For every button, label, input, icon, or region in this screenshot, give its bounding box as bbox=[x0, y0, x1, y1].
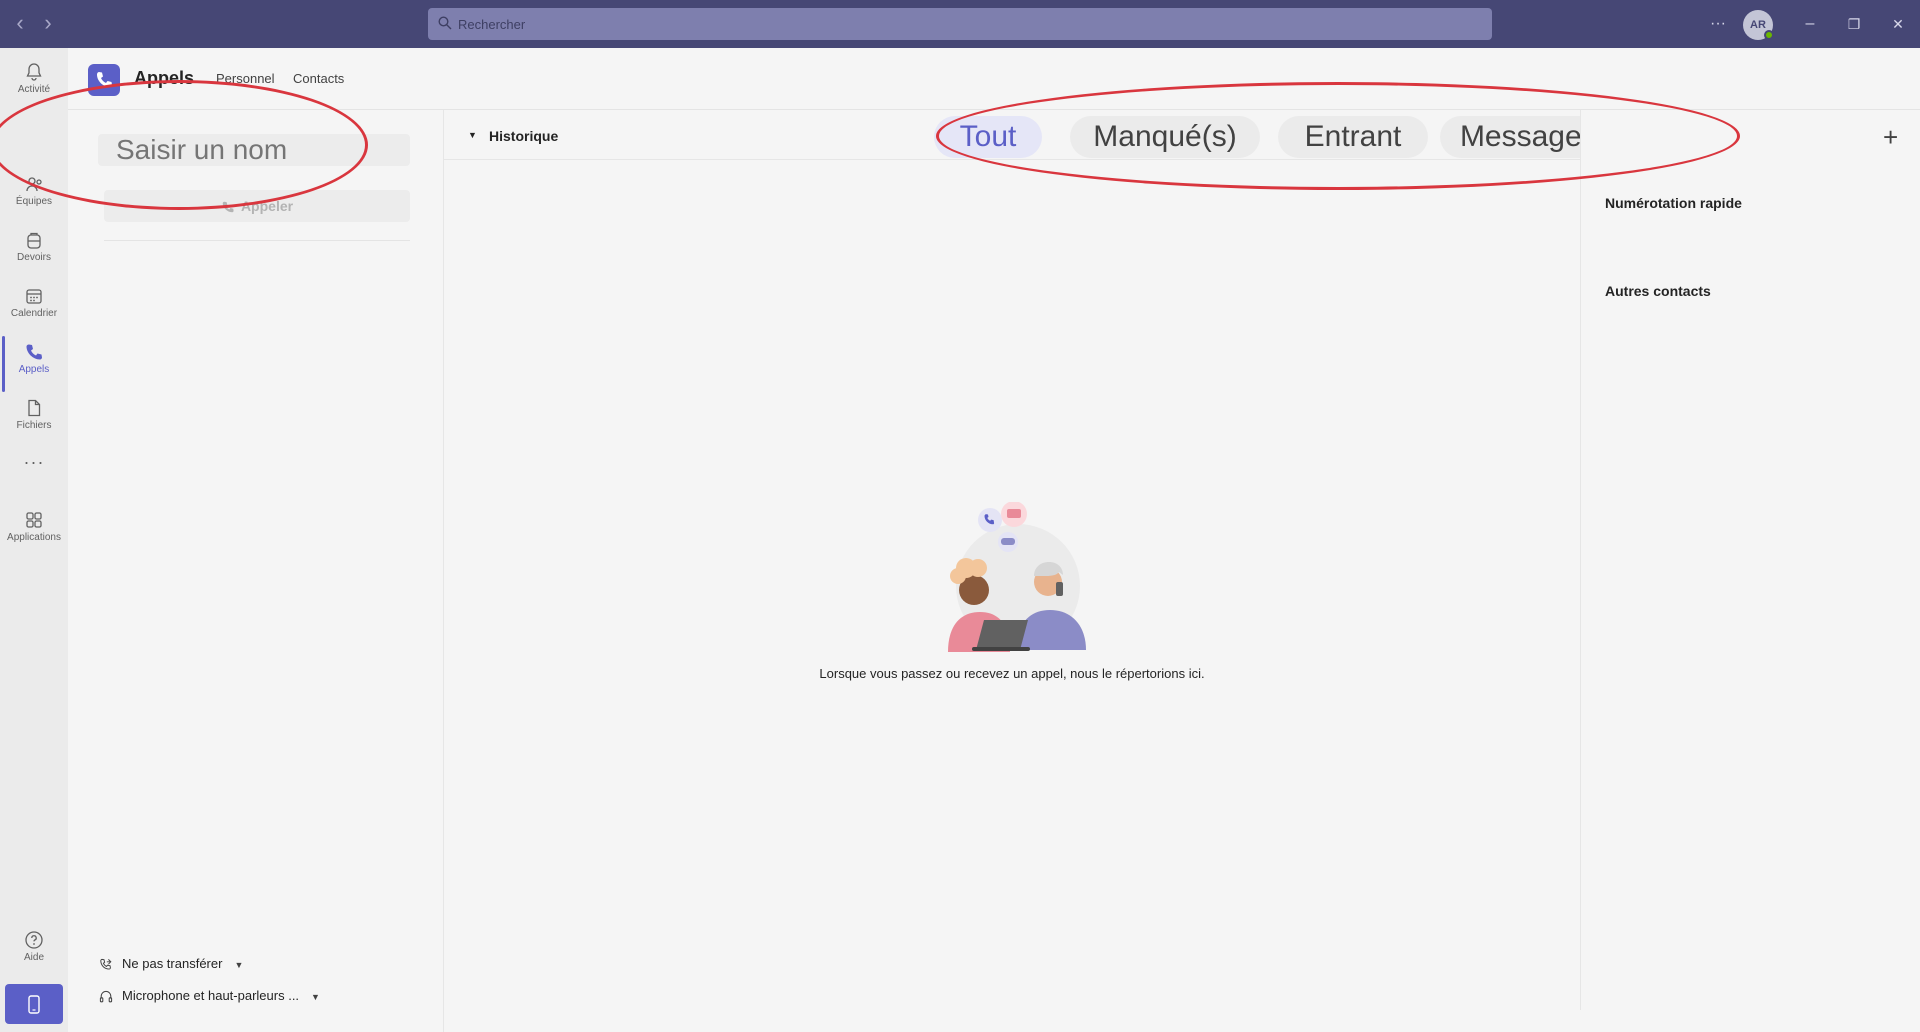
title-bar: ‹ › Rechercher ··· AR – ❐ ✕ bbox=[0, 0, 1920, 48]
name-search-input[interactable] bbox=[98, 134, 410, 166]
tab-contacts[interactable]: Contacts bbox=[293, 71, 344, 86]
rail-item-calendar[interactable]: Calendrier bbox=[0, 280, 68, 336]
filter-all[interactable]: Tout bbox=[934, 116, 1042, 158]
backpack-icon bbox=[27, 232, 41, 249]
rail-item-help[interactable]: Aide bbox=[0, 924, 68, 980]
search-icon bbox=[438, 16, 452, 30]
audio-device-setting[interactable]: Microphone et haut-parleurs ... ▼ bbox=[98, 986, 320, 1006]
forward-arrow-icon[interactable]: › bbox=[36, 12, 60, 36]
mobile-device-button[interactable] bbox=[5, 984, 63, 1024]
rail-item-activity[interactable]: Activité bbox=[0, 56, 68, 112]
dial-panel: Appeler Ne pas transférer ▼ Microphone et… bbox=[68, 110, 444, 1032]
call-forward-icon bbox=[100, 958, 112, 970]
file-icon bbox=[28, 399, 41, 417]
phone-icon bbox=[222, 202, 234, 213]
rail-label: Équipes bbox=[15, 196, 53, 207]
add-icon[interactable]: + bbox=[1883, 122, 1898, 153]
rail-label: Aide bbox=[23, 952, 44, 963]
filter-incoming[interactable]: Entrant bbox=[1278, 116, 1428, 158]
empty-state-message: Lorsque vous passez ou recevez un appel,… bbox=[819, 666, 1205, 681]
call-history-pane: ▼ Historique Tout Manqué(s) Entrant Mess… bbox=[444, 110, 1730, 1010]
search-bar[interactable]: Rechercher bbox=[428, 8, 1492, 40]
chevron-down-icon: ▼ bbox=[234, 960, 244, 970]
rail-item-calls[interactable]: Appels bbox=[0, 336, 68, 392]
page-title: Appels bbox=[134, 68, 195, 88]
close-icon[interactable]: ✕ bbox=[1884, 10, 1912, 38]
rail-more-icon[interactable]: ··· bbox=[0, 452, 68, 473]
filter-missed[interactable]: Manqué(s) bbox=[1070, 116, 1260, 158]
more-options-icon[interactable]: ··· bbox=[1704, 10, 1732, 38]
rail-item-assignments[interactable]: Devoirs bbox=[0, 224, 68, 280]
apps-icon bbox=[26, 512, 42, 528]
rail-item-apps[interactable]: Applications bbox=[0, 504, 68, 560]
forwarding-label: Ne pas transférer bbox=[122, 956, 223, 971]
divider bbox=[104, 240, 410, 241]
teams-icon bbox=[26, 177, 42, 192]
rail-label: Activité bbox=[17, 84, 51, 95]
call-button-label: Appeler bbox=[240, 198, 294, 214]
calendar-icon bbox=[26, 289, 42, 304]
chevron-down-icon: ▼ bbox=[311, 992, 320, 1002]
speed-dial-panel: + Numérotation rapide Autres contacts bbox=[1580, 110, 1920, 1010]
search-placeholder: Rechercher bbox=[458, 17, 526, 32]
phone-icon bbox=[26, 344, 42, 360]
forwarding-setting[interactable]: Ne pas transférer ▼ bbox=[98, 954, 243, 974]
app-rail: Activité Équipes Devoirs Calendrier Appe… bbox=[0, 48, 68, 1032]
rail-label: Fichiers bbox=[16, 420, 52, 431]
audio-device-label: Microphone et haut-parleurs ... bbox=[122, 988, 300, 1003]
rail-label: Applications bbox=[7, 532, 61, 543]
rail-label: Calendrier bbox=[10, 308, 58, 319]
rail-label: Appels bbox=[18, 364, 50, 375]
speed-dial-heading: Numérotation rapide bbox=[1605, 195, 1742, 211]
app-header: Appels Personnel Contacts bbox=[68, 48, 1920, 110]
presence-status-icon bbox=[1764, 30, 1774, 40]
calls-app-icon bbox=[88, 64, 120, 96]
minimize-icon[interactable]: – bbox=[1796, 10, 1824, 38]
restore-icon[interactable]: ❐ bbox=[1840, 10, 1868, 38]
empty-state-illustration bbox=[948, 502, 1086, 652]
collapse-caret-icon[interactable]: ▼ bbox=[468, 130, 477, 140]
bell-icon bbox=[26, 63, 42, 81]
mobile-phone-icon bbox=[28, 995, 40, 1014]
rail-item-teams[interactable]: Équipes bbox=[0, 168, 68, 224]
back-arrow-icon[interactable]: ‹ bbox=[8, 12, 32, 36]
history-label[interactable]: Historique bbox=[489, 128, 558, 144]
call-button[interactable]: Appeler bbox=[104, 190, 410, 222]
headset-icon bbox=[99, 990, 113, 1002]
rail-label: Devoirs bbox=[17, 252, 51, 263]
rail-item-files[interactable]: Fichiers bbox=[0, 392, 68, 448]
help-icon bbox=[25, 931, 43, 949]
history-header: ▼ Historique Tout Manqué(s) Entrant Mess… bbox=[444, 110, 1730, 160]
other-contacts-heading: Autres contacts bbox=[1605, 283, 1711, 299]
tab-personnel[interactable]: Personnel bbox=[216, 71, 275, 86]
